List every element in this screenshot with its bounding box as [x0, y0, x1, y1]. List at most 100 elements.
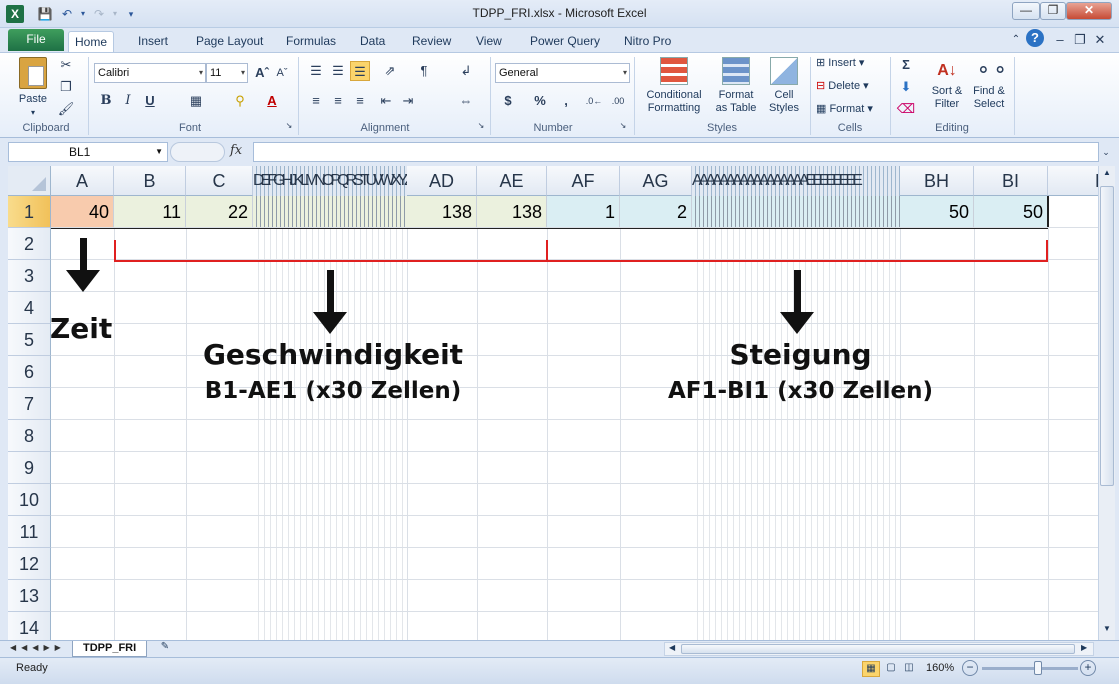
- workbook-close-icon[interactable]: ✕: [1090, 30, 1110, 50]
- close-icon[interactable]: ✕: [1066, 2, 1112, 20]
- orientation-icon[interactable]: ⇗: [380, 61, 400, 81]
- row-header-14[interactable]: 14: [8, 612, 51, 640]
- decrease-indent-icon[interactable]: ⇤: [376, 91, 396, 111]
- row-header-5[interactable]: 5: [8, 324, 51, 356]
- expand-formula-bar-icon[interactable]: ⌄: [1098, 142, 1114, 162]
- horizontal-scrollbar[interactable]: ◀ ▶: [664, 642, 1094, 656]
- fill-icon[interactable]: ⬇: [896, 77, 916, 97]
- font-name-select[interactable]: Calibri ▾: [94, 63, 206, 83]
- sheet-tab-tdpp-fri[interactable]: TDPP_FRI: [72, 641, 148, 657]
- row-header-1[interactable]: 1: [8, 196, 51, 228]
- tab-power-query[interactable]: Power Query: [524, 31, 606, 52]
- hidden-cells-ah1-bg1[interactable]: [692, 196, 900, 228]
- scroll-down-icon[interactable]: ▼: [1100, 624, 1114, 638]
- name-box[interactable]: BL1 ▼: [8, 142, 168, 162]
- paste-button[interactable]: Paste ▾: [14, 57, 52, 119]
- delete-cells-button[interactable]: ⊟ Delete ▾: [816, 80, 886, 93]
- font-dialog-launcher-icon[interactable]: ↘: [284, 121, 294, 131]
- row-header-9[interactable]: 9: [8, 452, 51, 484]
- row-header-2[interactable]: 2: [8, 228, 51, 260]
- cell-ae1[interactable]: 138: [477, 196, 547, 228]
- increase-decimal-icon[interactable]: .0←: [584, 91, 604, 111]
- vertical-scrollbar[interactable]: ▲ ▼: [1098, 166, 1115, 640]
- column-header-af[interactable]: AF: [547, 166, 620, 196]
- bold-icon[interactable]: B: [96, 91, 116, 111]
- formula-input[interactable]: [253, 142, 1099, 162]
- underline-icon[interactable]: U: [140, 91, 160, 111]
- column-header-b[interactable]: B: [114, 166, 186, 196]
- row-header-7[interactable]: 7: [8, 388, 51, 420]
- cell-bi1[interactable]: 50: [974, 196, 1048, 228]
- comma-style-icon[interactable]: ,: [556, 91, 576, 111]
- insert-function-icon[interactable]: fx: [230, 143, 242, 158]
- insert-cells-button[interactable]: ⊞ Insert ▾: [816, 57, 886, 70]
- alignment-dialog-launcher-icon[interactable]: ↘: [476, 121, 486, 131]
- scroll-up-icon[interactable]: ▲: [1100, 168, 1114, 182]
- align-top-icon[interactable]: ☰: [306, 61, 326, 81]
- row-header-13[interactable]: 13: [8, 580, 51, 612]
- workbook-restore-icon[interactable]: ❐: [1070, 30, 1090, 50]
- tab-data[interactable]: Data: [354, 31, 391, 52]
- worksheet-grid[interactable]: A B C DEFGHIJKLMNOPQRSTUVWXYZAA AD AE AF…: [8, 166, 1098, 640]
- font-size-select[interactable]: 11 ▾: [206, 63, 248, 83]
- borders-icon[interactable]: ▦: [186, 91, 206, 111]
- tab-insert[interactable]: Insert: [132, 31, 174, 52]
- align-left-icon[interactable]: ≡: [306, 91, 326, 111]
- align-bottom-icon[interactable]: ☰: [350, 61, 370, 81]
- align-center-icon[interactable]: ≡: [328, 91, 348, 111]
- minimize-icon[interactable]: —: [1012, 2, 1040, 20]
- tab-nitro-pro[interactable]: Nitro Pro: [618, 31, 677, 52]
- clear-icon[interactable]: ⌫: [896, 99, 916, 119]
- help-icon[interactable]: ?: [1026, 29, 1044, 47]
- format-as-table-button[interactable]: Format as Table: [710, 57, 762, 115]
- cell-a1[interactable]: 40: [51, 196, 114, 228]
- row-header-12[interactable]: 12: [8, 548, 51, 580]
- tab-review[interactable]: Review: [406, 31, 457, 52]
- text-direction-icon[interactable]: ¶: [414, 61, 434, 81]
- font-color-icon[interactable]: A: [262, 91, 282, 111]
- workbook-minimize-icon[interactable]: –: [1050, 30, 1070, 50]
- sheet-nav-icons[interactable]: ◀◀◀▶▶: [10, 643, 66, 652]
- tab-formulas[interactable]: Formulas: [280, 31, 342, 52]
- scroll-right-icon[interactable]: ▶: [1081, 643, 1087, 652]
- column-header-a[interactable]: A: [51, 166, 114, 196]
- cell-c1[interactable]: 22: [186, 196, 253, 228]
- page-break-view-icon[interactable]: ◫: [900, 661, 918, 677]
- hidden-column-headers-ah-bg[interactable]: AAAAAAAAAAAAAAAAAEEEEEEEE: [692, 166, 900, 196]
- fill-color-icon[interactable]: ⚲: [230, 91, 250, 111]
- grow-font-icon[interactable]: Aˆ: [252, 63, 272, 83]
- column-header-c[interactable]: C: [186, 166, 253, 196]
- currency-icon[interactable]: $: [498, 91, 518, 111]
- zoom-level[interactable]: 160%: [926, 662, 954, 674]
- column-header-bh[interactable]: BH: [900, 166, 974, 196]
- conditional-formatting-button[interactable]: Conditional Formatting: [640, 57, 708, 115]
- vertical-scroll-thumb[interactable]: [1100, 186, 1114, 486]
- align-middle-icon[interactable]: ☰: [328, 61, 348, 81]
- insert-sheet-icon[interactable]: ✎: [156, 641, 174, 656]
- column-header-bj[interactable]: B: [1048, 166, 1098, 196]
- tab-file[interactable]: File: [8, 29, 64, 51]
- column-header-ag[interactable]: AG: [620, 166, 692, 196]
- select-all-button[interactable]: [8, 166, 51, 196]
- format-painter-icon[interactable]: 🖌: [56, 99, 76, 119]
- column-header-ae[interactable]: AE: [477, 166, 547, 196]
- merge-center-icon[interactable]: ⇔: [456, 91, 476, 111]
- cell-b1[interactable]: 11: [114, 196, 186, 228]
- tab-home[interactable]: Home: [68, 31, 115, 52]
- increase-indent-icon[interactable]: ⇥: [398, 91, 418, 111]
- percent-icon[interactable]: %: [530, 91, 550, 111]
- hidden-column-headers-d-ac[interactable]: DEFGHIJKLMNOPQRSTUVWXYZAA: [253, 166, 407, 196]
- restore-icon[interactable]: ❐: [1040, 2, 1066, 20]
- tab-view[interactable]: View: [470, 31, 508, 52]
- scroll-left-icon[interactable]: ◀: [669, 643, 675, 652]
- zoom-slider[interactable]: [982, 667, 1078, 670]
- align-right-icon[interactable]: ≡: [350, 91, 370, 111]
- decrease-decimal-icon[interactable]: .00: [608, 91, 628, 111]
- ribbon-minimize-icon[interactable]: ⌃: [1006, 30, 1026, 50]
- zoom-slider-thumb[interactable]: [1034, 661, 1042, 675]
- hidden-cells-d1-ac1[interactable]: [253, 196, 407, 228]
- copy-icon[interactable]: ❐: [56, 77, 76, 97]
- cell-ad1[interactable]: 138: [407, 196, 477, 228]
- normal-view-icon[interactable]: ▦: [862, 661, 880, 677]
- shrink-font-icon[interactable]: Aˇ: [272, 63, 292, 83]
